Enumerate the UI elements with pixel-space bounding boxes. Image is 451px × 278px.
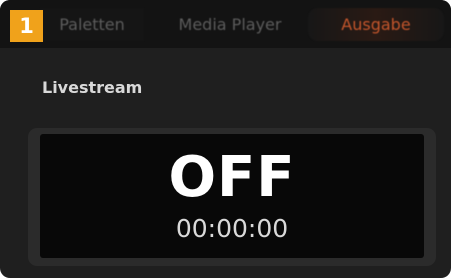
tab-media-player[interactable]: Media Player [157, 8, 303, 41]
output-panel: Paletten Media Player Ausgabe 1 Livestre… [0, 0, 451, 278]
tab-paletten[interactable]: Paletten [40, 8, 144, 41]
step-number-badge: 1 [10, 10, 43, 42]
tab-bar: Paletten Media Player Ausgabe [0, 0, 451, 48]
livestream-status: OFF [168, 145, 296, 210]
livestream-toggle-button[interactable]: OFF 00:00:00 [40, 134, 424, 258]
livestream-section-title: Livestream [42, 78, 143, 97]
livestream-duration: 00:00:00 [175, 214, 289, 243]
tab-ausgabe[interactable]: Ausgabe [308, 8, 444, 41]
livestream-control: OFF 00:00:00 [28, 128, 436, 266]
